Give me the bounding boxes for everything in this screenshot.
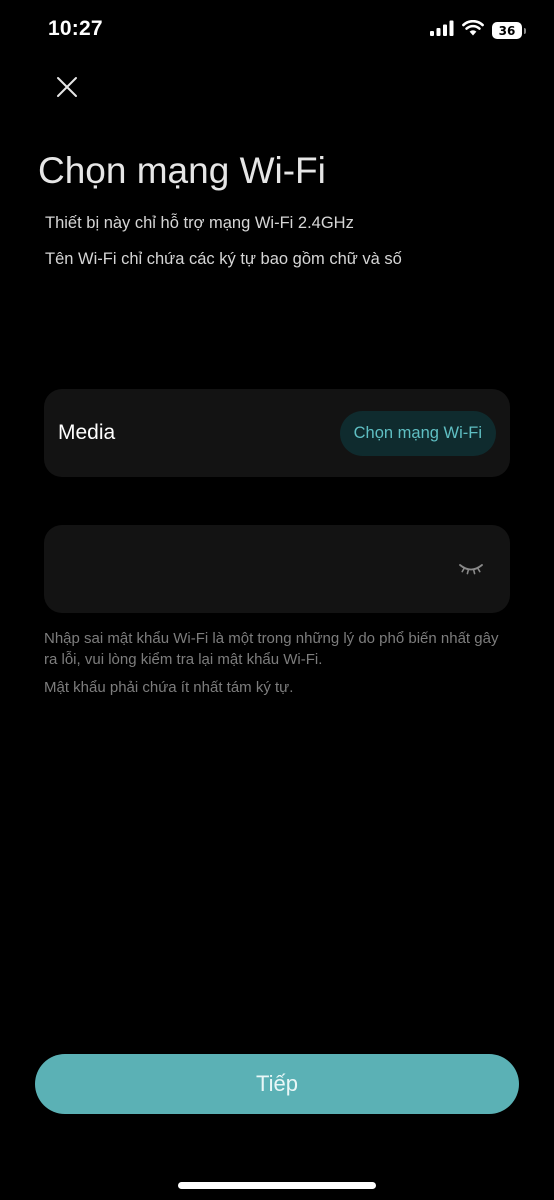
eye-closed-icon[interactable] bbox=[458, 559, 484, 579]
battery-level: 36 bbox=[492, 22, 522, 39]
page-title: Chọn mạng Wi-Fi bbox=[38, 150, 326, 191]
wifi-icon bbox=[462, 19, 484, 41]
status-bar: 10:27 36 bbox=[0, 0, 554, 60]
password-help-text: Nhập sai mật khẩu Wi-Fi là một trong nhữ… bbox=[44, 630, 499, 668]
cellular-signal-icon bbox=[430, 20, 454, 41]
next-button[interactable]: Tiếp bbox=[35, 1054, 519, 1114]
subtitle-band-info: Thiết bị này chỉ hỗ trợ mạng Wi-Fi 2.4GH… bbox=[45, 214, 354, 232]
close-icon bbox=[55, 75, 79, 104]
network-card: Media Chọn mạng Wi-Fi bbox=[44, 389, 510, 477]
choose-wifi-button[interactable]: Chọn mạng Wi-Fi bbox=[339, 411, 496, 456]
password-length-hint: Mật khẩu phải chứa ít nhất tám ký tự. bbox=[44, 679, 294, 696]
home-indicator bbox=[178, 1182, 376, 1189]
network-name: Media bbox=[58, 421, 116, 444]
status-time: 10:27 bbox=[48, 17, 103, 40]
subtitle-name-rule: Tên Wi-Fi chỉ chứa các ký tự bao gồm chữ… bbox=[45, 250, 402, 268]
password-field bbox=[44, 525, 510, 613]
password-input[interactable] bbox=[60, 547, 444, 593]
battery-icon: 36 bbox=[492, 22, 526, 39]
battery-cap bbox=[524, 27, 526, 34]
close-button[interactable] bbox=[50, 72, 84, 106]
status-icons: 36 bbox=[430, 19, 526, 41]
